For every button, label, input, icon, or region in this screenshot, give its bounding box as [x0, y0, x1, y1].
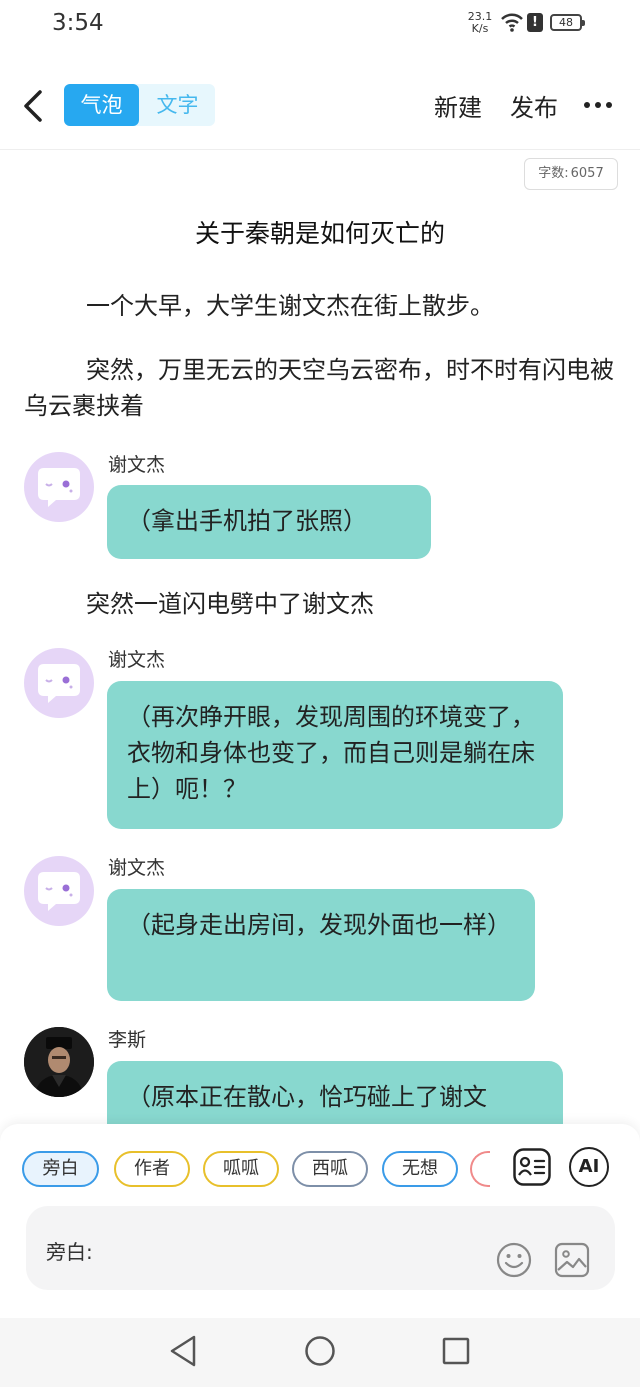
speaker-name: 谢文杰	[108, 454, 166, 476]
publish-button[interactable]: 发布	[510, 88, 558, 123]
role-card-icon[interactable]	[512, 1147, 552, 1187]
avatar[interactable]	[24, 648, 94, 718]
chat-bubble-avatar-icon	[38, 664, 80, 703]
speaker-name: 谢文杰	[108, 649, 166, 671]
wifi-icon	[501, 13, 523, 32]
back-icon[interactable]	[18, 86, 48, 126]
role-chip-wuxiang[interactable]: 无想	[382, 1151, 458, 1187]
avatar[interactable]	[24, 1027, 94, 1097]
nav-back-icon[interactable]	[168, 1334, 198, 1368]
mode-toggle: 气泡 文字	[64, 84, 215, 126]
character-portrait-icon	[24, 1027, 94, 1097]
status-time: 3:54	[52, 10, 104, 36]
word-count-value: 6057	[570, 166, 604, 181]
role-chip-author[interactable]: 作者	[114, 1151, 190, 1187]
network-speed-unit: K/s	[471, 22, 489, 35]
nav-recent-icon[interactable]	[442, 1337, 470, 1365]
speaker-name: 李斯	[108, 1029, 147, 1051]
narration-paragraph[interactable]: 突然，万里无云的天空乌云密布，时不时有闪电被乌云裹挟着	[24, 352, 618, 424]
message-input[interactable]: 旁白:	[26, 1206, 615, 1290]
chat-bubble-avatar-icon	[38, 872, 80, 911]
editor-header: 气泡 文字 新建 发布	[0, 60, 640, 150]
network-speed: 23.1 K/s	[464, 11, 496, 35]
more-icon[interactable]	[584, 102, 612, 110]
image-icon[interactable]	[554, 1242, 590, 1278]
word-count-badge: 字数: 6057	[524, 158, 618, 190]
narration-paragraph[interactable]: 一个大早，大学生谢文杰在街上散步。	[24, 288, 618, 324]
battery-icon: 48	[550, 14, 585, 31]
system-nav-bar	[0, 1318, 640, 1387]
speaker-name: 谢文杰	[108, 857, 166, 879]
role-chip-xigua[interactable]: 西呱	[292, 1151, 368, 1187]
message-bubble[interactable]: （拿出手机拍了张照）	[107, 485, 431, 559]
input-speaker-prefix: 旁白:	[46, 1240, 93, 1264]
ai-button[interactable]: AI	[569, 1147, 609, 1187]
avatar[interactable]	[24, 452, 94, 522]
role-chip-narration[interactable]: 旁白	[22, 1151, 99, 1187]
alert-icon: !	[527, 13, 543, 32]
nav-home-icon[interactable]	[304, 1335, 336, 1367]
message-bubble[interactable]: （再次睁开眼，发现周围的环境变了，衣物和身体也变了，而自己则是躺在床上）呃！？	[107, 681, 563, 829]
chat-bubble-avatar-icon	[38, 468, 80, 507]
new-button[interactable]: 新建	[434, 88, 482, 123]
tab-text[interactable]: 文字	[140, 84, 215, 126]
avatar[interactable]	[24, 856, 94, 926]
narration-paragraph[interactable]: 突然一道闪电劈中了谢文杰	[24, 586, 618, 622]
tab-bubble[interactable]: 气泡	[64, 84, 139, 126]
word-count-label: 字数:	[538, 166, 569, 181]
story-title[interactable]: 关于秦朝是如何灭亡的	[0, 214, 640, 250]
message-bubble[interactable]: （起身走出房间，发现外面也一样）	[107, 889, 535, 1001]
role-chip-guagua[interactable]: 呱呱	[203, 1151, 279, 1187]
emoji-icon[interactable]	[496, 1242, 532, 1278]
status-bar: 3:54 23.1 K/s ! 48	[0, 0, 640, 52]
